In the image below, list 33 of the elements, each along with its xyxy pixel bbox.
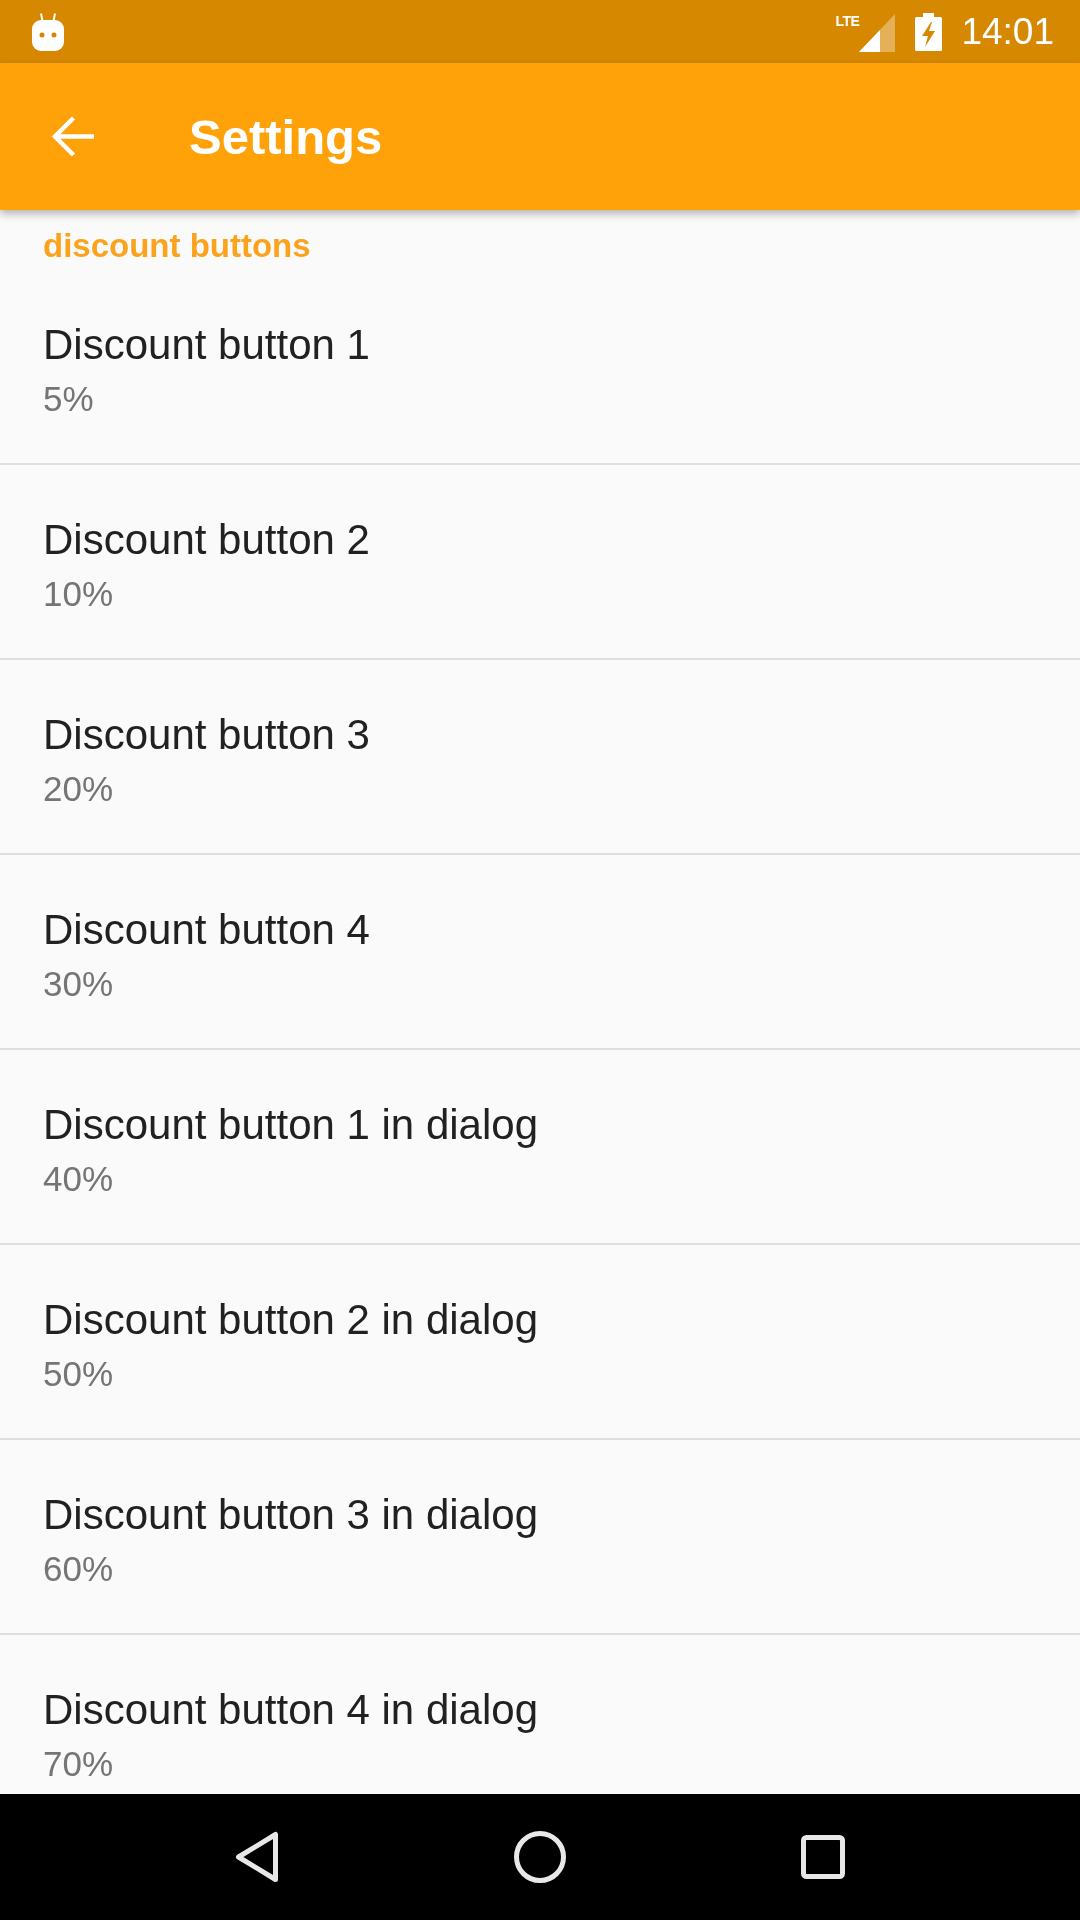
- preference-title: Discount button 3: [43, 710, 370, 760]
- preference-title: Discount button 2 in dialog: [43, 1295, 538, 1345]
- preference-item[interactable]: Discount button 1 5%: [0, 270, 1080, 465]
- preference-title: Discount button 4: [43, 905, 370, 955]
- preference-summary: 60%: [43, 1548, 114, 1590]
- preference-title: Discount button 2: [43, 515, 370, 565]
- preference-item[interactable]: Discount button 4 30%: [0, 855, 1080, 1050]
- preference-item[interactable]: Discount button 3 20%: [0, 660, 1080, 855]
- preference-summary: 20%: [43, 768, 114, 810]
- preference-title: Discount button 4 in dialog: [43, 1685, 538, 1735]
- preference-title: Discount button 3 in dialog: [43, 1490, 538, 1540]
- preference-summary: 10%: [43, 573, 114, 615]
- preference-summary: 5%: [43, 378, 94, 420]
- network-type-label: LTE: [835, 12, 860, 29]
- preference-item[interactable]: Discount button 3 in dialog 60%: [0, 1440, 1080, 1635]
- nav-home-icon[interactable]: [514, 1831, 566, 1883]
- battery-charging-icon: [915, 12, 943, 51]
- category-header: discount buttons: [43, 226, 311, 266]
- clock-time: 14:01: [961, 9, 1054, 54]
- preference-summary: 30%: [43, 963, 114, 1005]
- signal-icon: [859, 13, 896, 52]
- preference-item[interactable]: Discount button 1 in dialog 40%: [0, 1050, 1080, 1245]
- preference-summary: 70%: [43, 1743, 114, 1785]
- preference-summary: 40%: [43, 1158, 114, 1200]
- preference-item[interactable]: Discount button 2 10%: [0, 465, 1080, 660]
- robot-notification-icon: [32, 12, 64, 51]
- preference-title: Discount button 1: [43, 320, 370, 370]
- preference-summary: 50%: [43, 1353, 114, 1395]
- nav-back-icon[interactable]: [235, 1831, 280, 1883]
- screen-title: Settings: [189, 108, 383, 166]
- preference-item[interactable]: Discount button 2 in dialog 50%: [0, 1245, 1080, 1440]
- nav-recents-icon[interactable]: [800, 1835, 845, 1879]
- preference-title: Discount button 1 in dialog: [43, 1100, 538, 1150]
